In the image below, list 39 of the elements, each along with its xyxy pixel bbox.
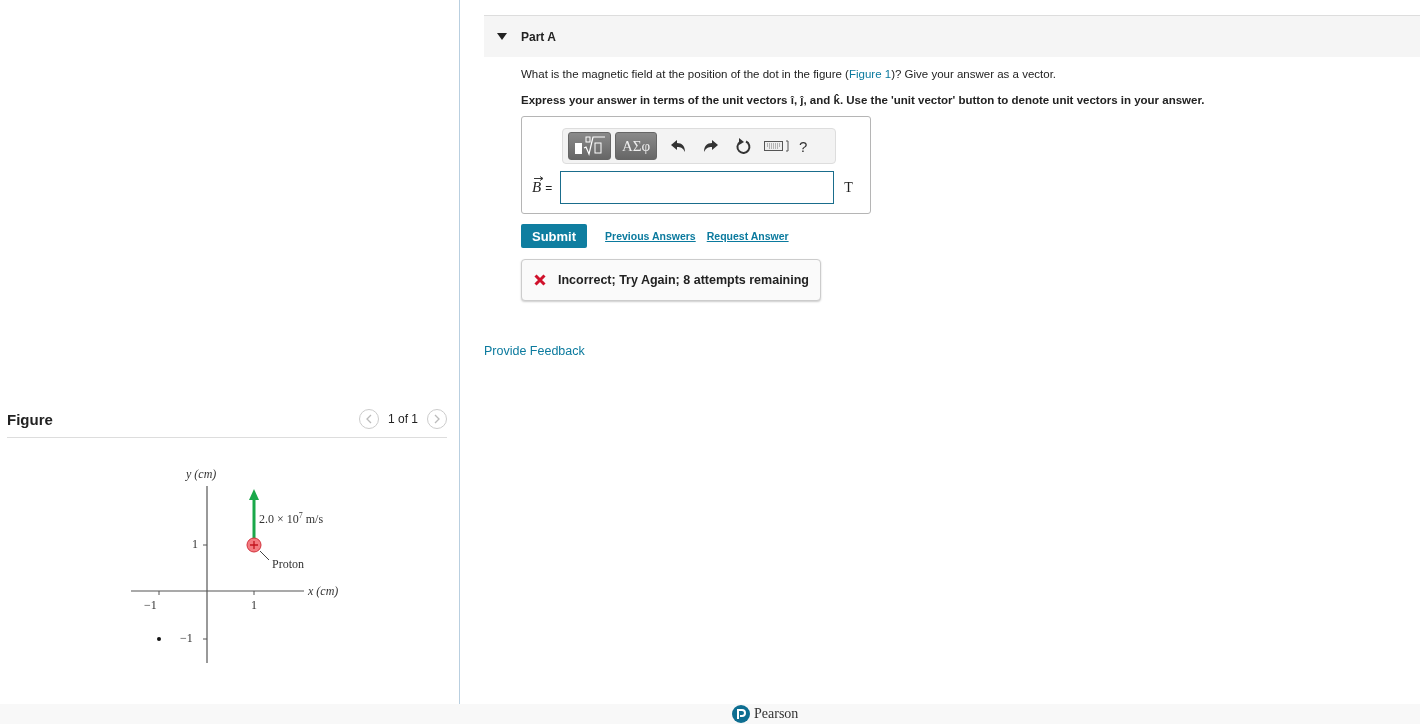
greek-symbols-button[interactable]: ΑΣφ — [615, 132, 657, 160]
submit-button[interactable]: Submit — [521, 224, 588, 248]
unit-label: T — [844, 179, 853, 196]
velocity-label: 2.0 × 10$^{7}$ m/s — [259, 511, 324, 527]
answer-field[interactable] — [560, 171, 835, 204]
answer-link[interactable]: Previous Answers — [605, 230, 696, 242]
tick-label: −1 — [144, 598, 157, 613]
tick-label: −1 — [180, 631, 193, 646]
redo-icon — [703, 140, 718, 152]
template-button[interactable] — [568, 132, 611, 160]
leader-line — [259, 550, 270, 561]
reset-icon — [735, 137, 752, 155]
velocity-arrow — [249, 489, 259, 540]
page-counter: 1 of 1 — [387, 412, 418, 426]
caret-down-icon[interactable] — [497, 33, 507, 40]
help-button[interactable]: ? — [793, 137, 808, 155]
field-point-dot — [157, 637, 161, 641]
axis-label: y (cm) — [186, 467, 217, 482]
part-title: Part A — [521, 29, 556, 44]
brand-name: Pearson — [754, 706, 799, 722]
instruction-text: Express your answer in terms of the unit vectors î, ĵ, and k̂. Use the 'unit vector' button to denote unit vectors in your answer. — [521, 94, 1206, 106]
undo-icon — [670, 140, 685, 152]
provide-feedback-link[interactable]: Provide Feedback — [484, 344, 585, 358]
figure-title: Figure — [7, 410, 54, 428]
question-text: What is the magnetic field at the position of the dot in the figure (Figure 1)? Give your answer as a vector. — [521, 67, 1058, 81]
equals-sign: = — [545, 180, 553, 195]
proton-icon — [246, 537, 262, 553]
feedback-text: Incorrect; Try Again; 8 attempts remaining — [558, 273, 809, 287]
tick-label: 1 — [251, 598, 257, 613]
figure-link[interactable]: Figure 1 — [848, 68, 892, 80]
chevron-left-icon — [364, 414, 373, 424]
keyboard-icon — [763, 140, 790, 152]
cross-icon — [534, 274, 546, 286]
particle-label: Proton — [272, 557, 304, 572]
axis-label: x (cm) — [308, 584, 339, 599]
answer-link[interactable]: Request Answer — [706, 230, 789, 242]
chevron-right-icon — [433, 414, 441, 424]
radical-template-icon — [572, 135, 607, 157]
tick-label: 1 — [192, 537, 198, 552]
